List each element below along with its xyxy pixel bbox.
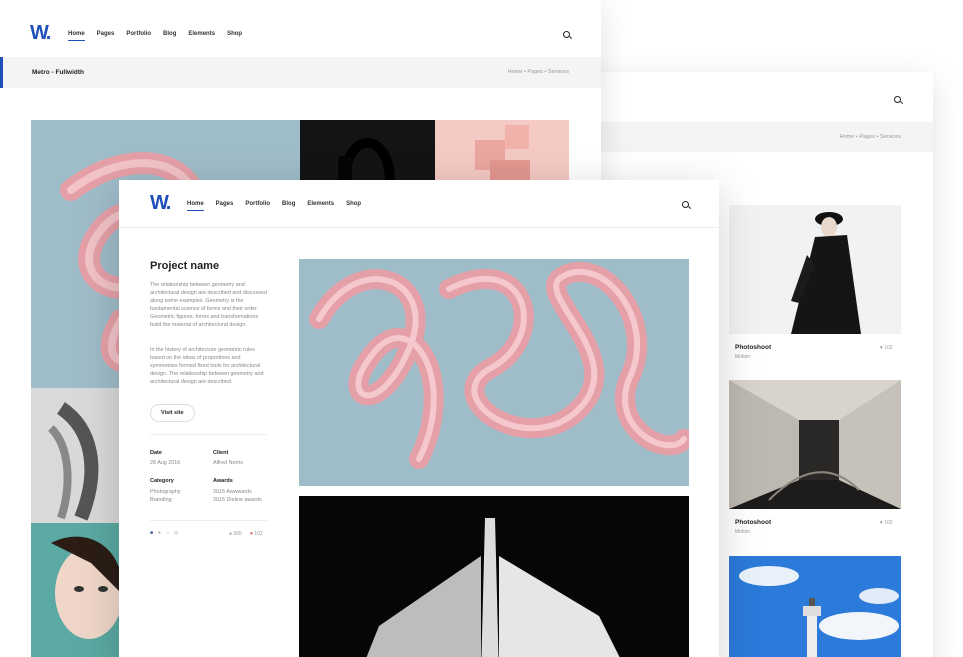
breadcrumb-home[interactable]: Home	[840, 134, 855, 140]
breadcrumb-services: Services	[879, 134, 901, 140]
awards-value-2: 2015 Dieline awards	[213, 497, 262, 503]
metro-image-headphones[interactable]	[300, 120, 435, 182]
page-title: Metro - Fullwidth	[32, 69, 84, 76]
like-count[interactable]: ♥ 102	[880, 345, 893, 351]
facebook-icon[interactable]: ■	[150, 530, 153, 536]
search-icon[interactable]	[563, 31, 570, 38]
heart-icon: ♥	[250, 531, 253, 537]
metro-image-pink-blocks[interactable]	[435, 120, 569, 182]
heart-icon: ♥	[880, 520, 883, 526]
main-nav: Home Pages Portfolio Blog Elements Shop	[187, 201, 361, 211]
twitter-icon[interactable]: ●	[158, 530, 161, 536]
social-links: ■ ● ○ ◎	[150, 530, 178, 536]
breadcrumb: Home • Pages • Services	[839, 134, 901, 140]
project-description-1: The relationship between geometry and ar…	[150, 282, 267, 328]
nav-elements[interactable]: Elements	[307, 201, 334, 211]
portfolio-item-title[interactable]: Photoshoot	[735, 519, 771, 526]
page-header-bar: Home • Pages • Services	[560, 122, 933, 152]
breadcrumb-pages[interactable]: Pages	[527, 69, 543, 75]
breadcrumb: Home • Pages • Services	[507, 69, 569, 75]
visit-site-button[interactable]: Visit site	[150, 404, 195, 422]
like-count-value: 102	[884, 345, 893, 351]
metro-image-hands[interactable]	[31, 388, 119, 523]
share-divider	[150, 520, 267, 521]
category-value-1: Photography	[150, 489, 181, 495]
metro-image-portrait[interactable]	[31, 523, 119, 657]
like-count-value: 102	[884, 520, 893, 526]
nav-pages[interactable]: Pages	[216, 201, 234, 211]
pinterest-icon[interactable]: ○	[166, 530, 169, 536]
date-value: 28 Aug 2016	[150, 460, 181, 466]
header-divider	[119, 227, 719, 228]
portfolio-item-title[interactable]: Photoshoot	[735, 344, 771, 351]
search-icon[interactable]	[682, 201, 689, 208]
heart-icon: ♥	[880, 345, 883, 351]
main-nav: Home Pages Portfolio Blog Elements Shop	[68, 31, 242, 41]
page-header-bar: Metro - Fullwidth Home • Pages • Service…	[0, 57, 601, 88]
nav-blog[interactable]: Blog	[282, 201, 295, 211]
front-window: W. Home Pages Portfolio Blog Elements Sh…	[119, 180, 719, 657]
logo[interactable]: W.	[150, 192, 171, 215]
project-title: Project name	[150, 260, 220, 272]
portfolio-image-2[interactable]	[729, 380, 901, 509]
like-count[interactable]: ♥ 102	[880, 520, 893, 526]
eye-icon: ●	[229, 531, 233, 537]
portfolio-item-category: Motion	[735, 354, 751, 360]
view-count: ● 365	[229, 531, 242, 537]
nav-pages[interactable]: Pages	[97, 31, 115, 41]
portfolio-item-category: Motion	[735, 529, 751, 535]
portfolio-image-1[interactable]	[729, 205, 901, 334]
nav-home[interactable]: Home	[68, 31, 85, 41]
project-image-swirl[interactable]	[299, 259, 689, 486]
showcase-stage: Home • Pages • Services Photoshoot Motio…	[0, 0, 963, 657]
nav-portfolio[interactable]: Portfolio	[245, 201, 270, 211]
nav-portfolio[interactable]: Portfolio	[126, 31, 151, 41]
breadcrumb-pages[interactable]: Pages	[859, 134, 875, 140]
breadcrumb-home[interactable]: Home	[508, 69, 523, 75]
breadcrumb-services: Services	[547, 69, 569, 75]
portfolio-image-3[interactable]	[729, 556, 901, 657]
logo[interactable]: W.	[30, 22, 51, 45]
dribbble-icon[interactable]: ◎	[174, 530, 178, 536]
client-value: Alfred Norris	[213, 460, 243, 466]
like-count[interactable]: ♥ 102	[250, 531, 263, 537]
view-count-value: 365	[233, 531, 242, 537]
nav-home[interactable]: Home	[187, 201, 204, 211]
nav-blog[interactable]: Blog	[163, 31, 176, 41]
category-label: Category	[150, 478, 174, 484]
client-label: Client	[213, 450, 229, 456]
nav-elements[interactable]: Elements	[188, 31, 215, 41]
awards-value-1: 2015 Awwwards	[213, 489, 252, 495]
awards-label: Awards	[213, 478, 233, 484]
nav-shop[interactable]: Shop	[227, 31, 242, 41]
meta-divider	[150, 434, 267, 435]
project-image-architecture[interactable]	[299, 496, 689, 657]
like-count-value: 102	[254, 531, 263, 537]
date-label: Date	[150, 450, 162, 456]
category-value-2: Branding	[150, 497, 172, 503]
search-icon[interactable]	[894, 96, 901, 103]
project-description-2: In the history of architecture geometric…	[150, 347, 264, 385]
nav-shop[interactable]: Shop	[346, 201, 361, 211]
